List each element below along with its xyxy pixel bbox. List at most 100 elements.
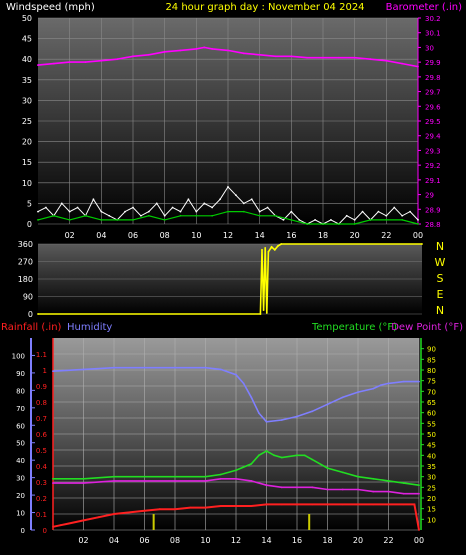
wind-axis-title: Windspeed (mph) — [6, 2, 95, 13]
humidity-point — [326, 403, 329, 406]
barometer-tick-label: 28.9 — [425, 206, 441, 214]
wind-average-point — [195, 214, 198, 217]
barometer-tick-label: 29.5 — [425, 118, 441, 126]
direction-point — [270, 246, 273, 248]
rainfall-point — [326, 503, 329, 506]
rain-x-tick-label: 02 — [78, 536, 88, 545]
wind-gust-point — [361, 210, 364, 213]
wind-average-point — [290, 218, 293, 221]
humidity-tick-label: 90 — [16, 370, 25, 378]
dewpoint-point — [265, 484, 268, 487]
dewpoint-point — [402, 492, 405, 495]
wind-average-point — [306, 223, 309, 225]
barometer-point — [163, 50, 166, 53]
wind-gust-point — [417, 218, 419, 221]
humidity-point — [357, 391, 359, 394]
rainfall-point — [235, 505, 237, 507]
wind-x-tick-label: 06 — [128, 231, 138, 240]
rainfall-point — [143, 509, 146, 512]
rain-x-tick-label: 04 — [109, 536, 119, 545]
temperature-tick-label: 75 — [427, 378, 436, 386]
dewpoint-point — [235, 477, 237, 480]
temperature-tick-label: 45 — [427, 442, 436, 450]
wind-average-point — [100, 218, 103, 221]
temperature-tick-label: 15 — [427, 506, 436, 514]
wind-gust-point — [155, 202, 158, 205]
rain-tick-label: 0.9 — [36, 383, 47, 391]
barometer-point — [274, 55, 277, 58]
barometer-point — [100, 59, 103, 62]
temperature-tick-label: 70 — [427, 388, 436, 396]
barometer-y-axis: 28.8 28.9 29 29.1 29.2 29.3 29.4 29.5 29.6 29.7 29… — [417, 15, 441, 229]
humidity-point — [280, 419, 283, 421]
wind-tick-label: 15 — [22, 158, 32, 167]
wind-tick-label: 20 — [22, 138, 32, 147]
wind-tick-label: 50 — [22, 14, 32, 23]
wind-average-point — [417, 223, 419, 225]
temperature-point — [204, 475, 207, 478]
humidity-point — [113, 366, 115, 369]
dewpoint-point — [219, 477, 222, 480]
wind-gust-point — [68, 210, 71, 213]
wind-average-point — [353, 223, 356, 225]
barometer-tick-label: 29.4 — [425, 133, 441, 141]
barometer-point — [417, 65, 419, 68]
wind-gust-point — [211, 206, 214, 209]
temperature-tick-label: 85 — [427, 356, 436, 364]
rain-x-tick-label: 20 — [353, 536, 363, 545]
direction-point — [267, 250, 270, 253]
dewpoint-point — [280, 486, 283, 489]
temperature-point — [303, 454, 306, 457]
rain-x-tick-label: 14 — [261, 536, 271, 545]
rain-x-tick-label: 12 — [231, 536, 241, 545]
wind-gust-point — [258, 210, 261, 213]
dewpoint-point — [204, 480, 207, 482]
humidity-point — [143, 366, 146, 369]
barometer-point — [195, 48, 198, 50]
wind-gust-point — [124, 210, 126, 213]
temperature-tick-label: 35 — [427, 463, 436, 471]
temperature-axis-title: Temperature (°F) — [311, 322, 397, 333]
temperature-point — [372, 477, 375, 480]
barometer-point — [306, 56, 309, 59]
rain-tick-label: 0.6 — [36, 431, 48, 439]
humidity-point — [372, 387, 375, 390]
humidity-point — [204, 366, 207, 369]
rainfall-point — [113, 513, 115, 515]
rainfall-point — [402, 503, 405, 506]
compass-label: S — [437, 272, 444, 285]
barometer-tick-label: 29.2 — [425, 162, 441, 170]
rainfall-point — [82, 519, 85, 522]
compass-label: E — [437, 288, 444, 301]
humidity-point — [379, 384, 382, 387]
humidity-tick-label: 30 — [16, 475, 25, 483]
dewpoint-point — [326, 488, 329, 491]
wind-tick-label: 0 — [27, 220, 32, 229]
barometer-point — [147, 53, 150, 56]
wind-y-axis: 0 5 10 15 20 25 30 35 40 45 50 — [22, 14, 32, 229]
dewpoint-point — [82, 482, 85, 484]
wind-average-point — [68, 218, 71, 221]
barometer-point — [68, 61, 71, 64]
temperature-point — [387, 480, 390, 482]
wind-average-point — [369, 218, 372, 221]
rainfall-point — [311, 503, 314, 506]
barometer-point — [258, 53, 261, 56]
humidity-tick-label: 70 — [16, 405, 25, 413]
wind-gust-point — [298, 218, 301, 221]
rainfall-point — [418, 529, 420, 531]
temperature-point — [341, 471, 344, 474]
wind-average-point — [274, 214, 277, 217]
dewpoint-axis-title: Dew Point (°F) — [391, 322, 463, 333]
rainfall-point — [280, 503, 283, 506]
rainfall-point — [52, 525, 54, 528]
humidity-point — [82, 368, 85, 371]
rainfall-point — [158, 508, 161, 511]
wind-x-tick-label: 14 — [255, 231, 265, 240]
rainfall-point — [204, 506, 207, 509]
barometer-tick-label: 29.3 — [425, 147, 441, 155]
barometer-point — [369, 58, 372, 61]
direction-point — [273, 248, 276, 251]
rain-x-tick-label: 08 — [170, 536, 180, 545]
rain-x-axis: 02 04 06 08 10 12 14 16 18 20 22 00 — [78, 536, 424, 545]
